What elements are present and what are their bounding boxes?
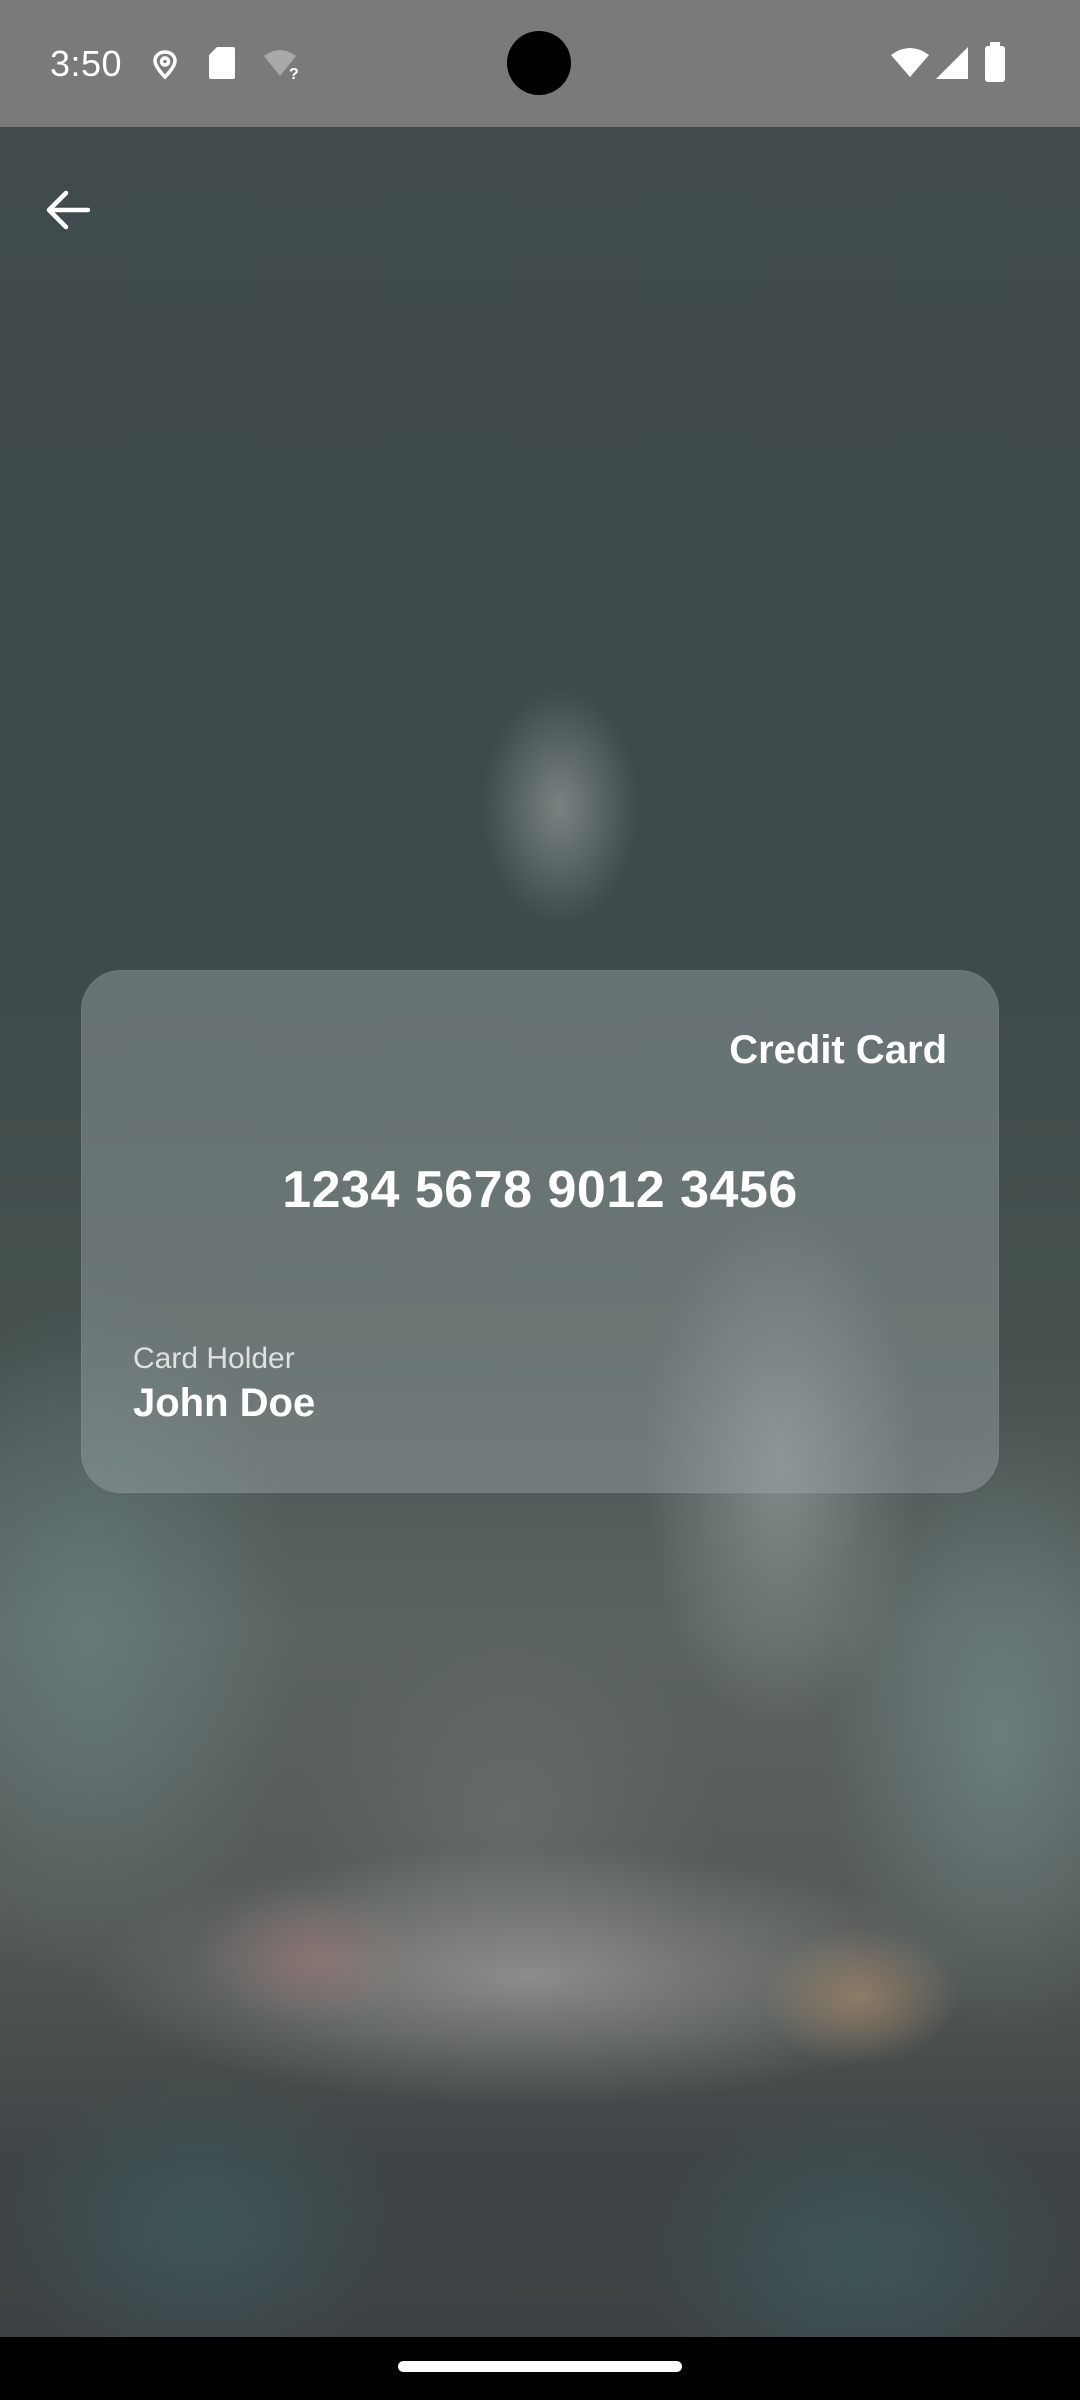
cellular-signal-icon bbox=[936, 47, 968, 79]
card-type-label: Credit Card bbox=[729, 1028, 947, 1072]
credit-card[interactable]: Credit Card 1234 5678 9012 3456 Card Hol… bbox=[81, 970, 999, 1493]
wifi-icon bbox=[891, 48, 929, 77]
card-holder-name: John Doe bbox=[133, 1381, 316, 1425]
sd-card-icon bbox=[209, 47, 235, 79]
back-button[interactable] bbox=[28, 170, 108, 250]
card-holder-label: Card Holder bbox=[133, 1342, 295, 1375]
wifi-unknown-icon: ? bbox=[264, 50, 299, 80]
home-indicator[interactable] bbox=[398, 2361, 682, 2372]
camera-cutout bbox=[507, 31, 571, 95]
status-bar: 3:50 ? bbox=[0, 0, 1080, 127]
location-pin-icon bbox=[153, 50, 177, 80]
arrow-back-icon bbox=[46, 190, 90, 230]
svg-text:?: ? bbox=[289, 66, 299, 80]
card-number: 1234 5678 9012 3456 bbox=[282, 1161, 798, 1219]
status-time: 3:50 bbox=[50, 43, 123, 84]
navigation-bar bbox=[0, 2337, 1080, 2400]
battery-icon bbox=[985, 42, 1005, 82]
